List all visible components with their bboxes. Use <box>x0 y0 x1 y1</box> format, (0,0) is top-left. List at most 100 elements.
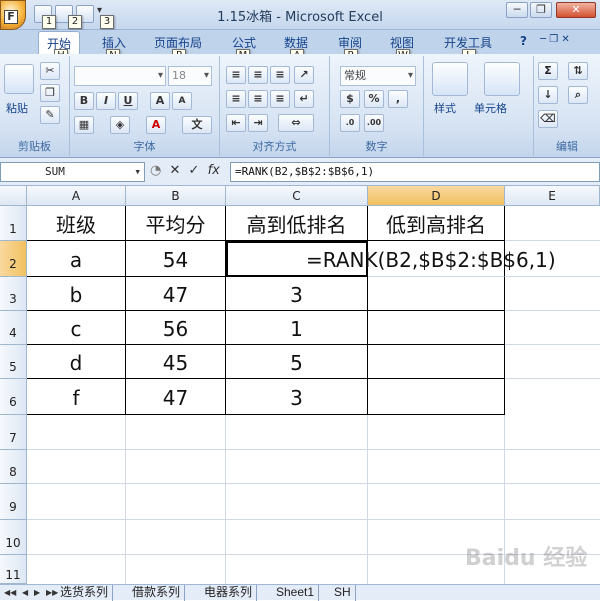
row-header-10[interactable]: 10 <box>0 520 27 555</box>
header-average[interactable]: 平均分 <box>126 206 226 241</box>
cell-a3[interactable]: b <box>27 277 126 311</box>
underline-button[interactable]: U <box>118 92 138 110</box>
row-header-4[interactable]: 4 <box>0 311 27 345</box>
cell-c3[interactable]: 3 <box>226 277 368 311</box>
row-header-9[interactable]: 9 <box>0 484 27 520</box>
cell-b5[interactable]: 45 <box>126 345 226 379</box>
decrease-decimal-icon[interactable]: .00 <box>364 114 384 132</box>
prev-sheet-icon[interactable]: ◀ <box>22 588 28 597</box>
header-class[interactable]: 班级 <box>27 206 126 241</box>
formula-input[interactable]: =RANK(B2,$B$2:$B$6,1) <box>230 162 600 182</box>
cell-a2[interactable]: a <box>27 241 126 277</box>
col-header-e[interactable]: E <box>505 186 600 206</box>
col-header-d[interactable]: D <box>368 186 505 206</box>
enter-icon[interactable]: ✓ <box>189 163 200 178</box>
col-header-a[interactable]: A <box>27 186 126 206</box>
align-top-icon[interactable]: ≡ <box>226 66 246 84</box>
merge-center-icon[interactable]: ⇔ <box>278 114 314 132</box>
sheet-tab-1[interactable]: 选货系列 <box>56 585 114 601</box>
first-sheet-icon[interactable]: ◀◀ <box>4 588 16 597</box>
increase-decimal-icon[interactable]: .0 <box>340 114 360 132</box>
wrap-text-icon[interactable]: ↵ <box>294 90 314 108</box>
number-format-combo[interactable]: 常规 <box>340 66 416 86</box>
cut-icon[interactable]: ✂ <box>40 62 60 80</box>
cells-icon[interactable] <box>484 62 520 96</box>
minimize-button[interactable]: ─ <box>506 2 528 18</box>
sort-filter-icon[interactable]: ⇅ <box>568 62 588 80</box>
clear-icon[interactable]: ⌫ <box>538 110 558 128</box>
cell-d4[interactable] <box>368 311 505 345</box>
percent-icon[interactable]: % <box>364 90 384 108</box>
cell-d5[interactable] <box>368 345 505 379</box>
header-rank-asc[interactable]: 低到高排名 <box>368 206 505 241</box>
copy-icon[interactable]: ❐ <box>40 84 60 102</box>
row-header-3[interactable]: 3 <box>0 277 27 311</box>
cell-b3[interactable]: 47 <box>126 277 226 311</box>
row-header-7[interactable]: 7 <box>0 415 27 450</box>
cell-b4[interactable]: 56 <box>126 311 226 345</box>
styles-label[interactable]: 样式 <box>434 100 456 116</box>
format-painter-icon[interactable]: ✎ <box>40 106 60 124</box>
autosum-icon[interactable]: Σ <box>538 62 558 80</box>
sheet-tab-4[interactable]: Sheet1 <box>272 585 320 601</box>
header-rank-desc[interactable]: 高到低排名 <box>226 206 368 241</box>
name-box[interactable]: SUM <box>0 162 145 182</box>
currency-icon[interactable]: $ <box>340 90 360 108</box>
row-header-6[interactable]: 6 <box>0 379 27 415</box>
ribbon-minimize-icon[interactable]: ─ ❐ ✕ <box>540 34 570 45</box>
align-right-icon[interactable]: ≡ <box>270 90 290 108</box>
increase-indent-icon[interactable]: ⇥ <box>248 114 268 132</box>
cell-a5[interactable]: d <box>27 345 126 379</box>
font-color-icon[interactable]: A <box>146 116 166 134</box>
sheet-tab-5[interactable]: SH <box>330 585 356 601</box>
office-button[interactable]: F <box>0 0 26 30</box>
row-header-11[interactable]: 11 <box>0 555 27 584</box>
restore-button[interactable]: ❐ <box>530 2 552 18</box>
align-bottom-icon[interactable]: ≡ <box>270 66 290 84</box>
col-header-c[interactable]: C <box>226 186 368 206</box>
cell-d3[interactable] <box>368 277 505 311</box>
cells-label[interactable]: 单元格 <box>474 100 507 116</box>
col-header-b[interactable]: B <box>126 186 226 206</box>
cell-a4[interactable]: c <box>27 311 126 345</box>
align-center-icon[interactable]: ≡ <box>248 90 268 108</box>
bold-button[interactable]: B <box>74 92 94 110</box>
select-all-corner[interactable] <box>0 186 27 206</box>
cell-a6[interactable]: f <box>27 379 126 415</box>
help-icon[interactable]: ? <box>520 34 527 48</box>
font-name-combo[interactable] <box>74 66 166 86</box>
cell-c4[interactable]: 1 <box>226 311 368 345</box>
paste-label[interactable]: 粘贴 <box>6 100 28 116</box>
decrease-font-icon[interactable]: A <box>172 92 192 110</box>
close-button[interactable]: ✕ <box>556 2 596 18</box>
font-size-combo[interactable]: 18 <box>168 66 212 86</box>
find-icon[interactable]: ⌕ <box>568 86 588 104</box>
insert-function-icon[interactable]: fx <box>208 163 220 178</box>
border-icon[interactable]: ▦ <box>74 116 94 134</box>
cell-b6[interactable]: 47 <box>126 379 226 415</box>
sheet-tab-2[interactable]: 借款系列 <box>128 585 186 601</box>
cell-d6[interactable] <box>368 379 505 415</box>
italic-button[interactable]: I <box>96 92 116 110</box>
row-header-1[interactable]: 1 <box>0 206 27 241</box>
paste-icon[interactable] <box>4 64 34 94</box>
row-header-5[interactable]: 5 <box>0 345 27 379</box>
align-middle-icon[interactable]: ≡ <box>248 66 268 84</box>
decrease-indent-icon[interactable]: ⇤ <box>226 114 246 132</box>
increase-font-icon[interactable]: A <box>150 92 170 110</box>
align-left-icon[interactable]: ≡ <box>226 90 246 108</box>
styles-icon[interactable] <box>432 62 468 96</box>
sheet-tab-3[interactable]: 电器系列 <box>200 585 258 601</box>
orientation-icon[interactable]: ↗ <box>294 66 314 84</box>
row-header-2[interactable]: 2 <box>0 241 27 277</box>
next-sheet-icon[interactable]: ▶ <box>34 588 40 597</box>
fill-icon[interactable]: ↓ <box>538 86 558 104</box>
row-header-8[interactable]: 8 <box>0 450 27 484</box>
cancel-icon[interactable]: ✕ <box>169 163 180 178</box>
comma-icon[interactable]: , <box>388 90 408 108</box>
cell-c5[interactable]: 5 <box>226 345 368 379</box>
fill-color-icon[interactable]: ◈ <box>110 116 130 134</box>
phonetic-icon[interactable]: 文 <box>182 116 212 134</box>
cell-b2[interactable]: 54 <box>126 241 226 277</box>
cell-c6[interactable]: 3 <box>226 379 368 415</box>
